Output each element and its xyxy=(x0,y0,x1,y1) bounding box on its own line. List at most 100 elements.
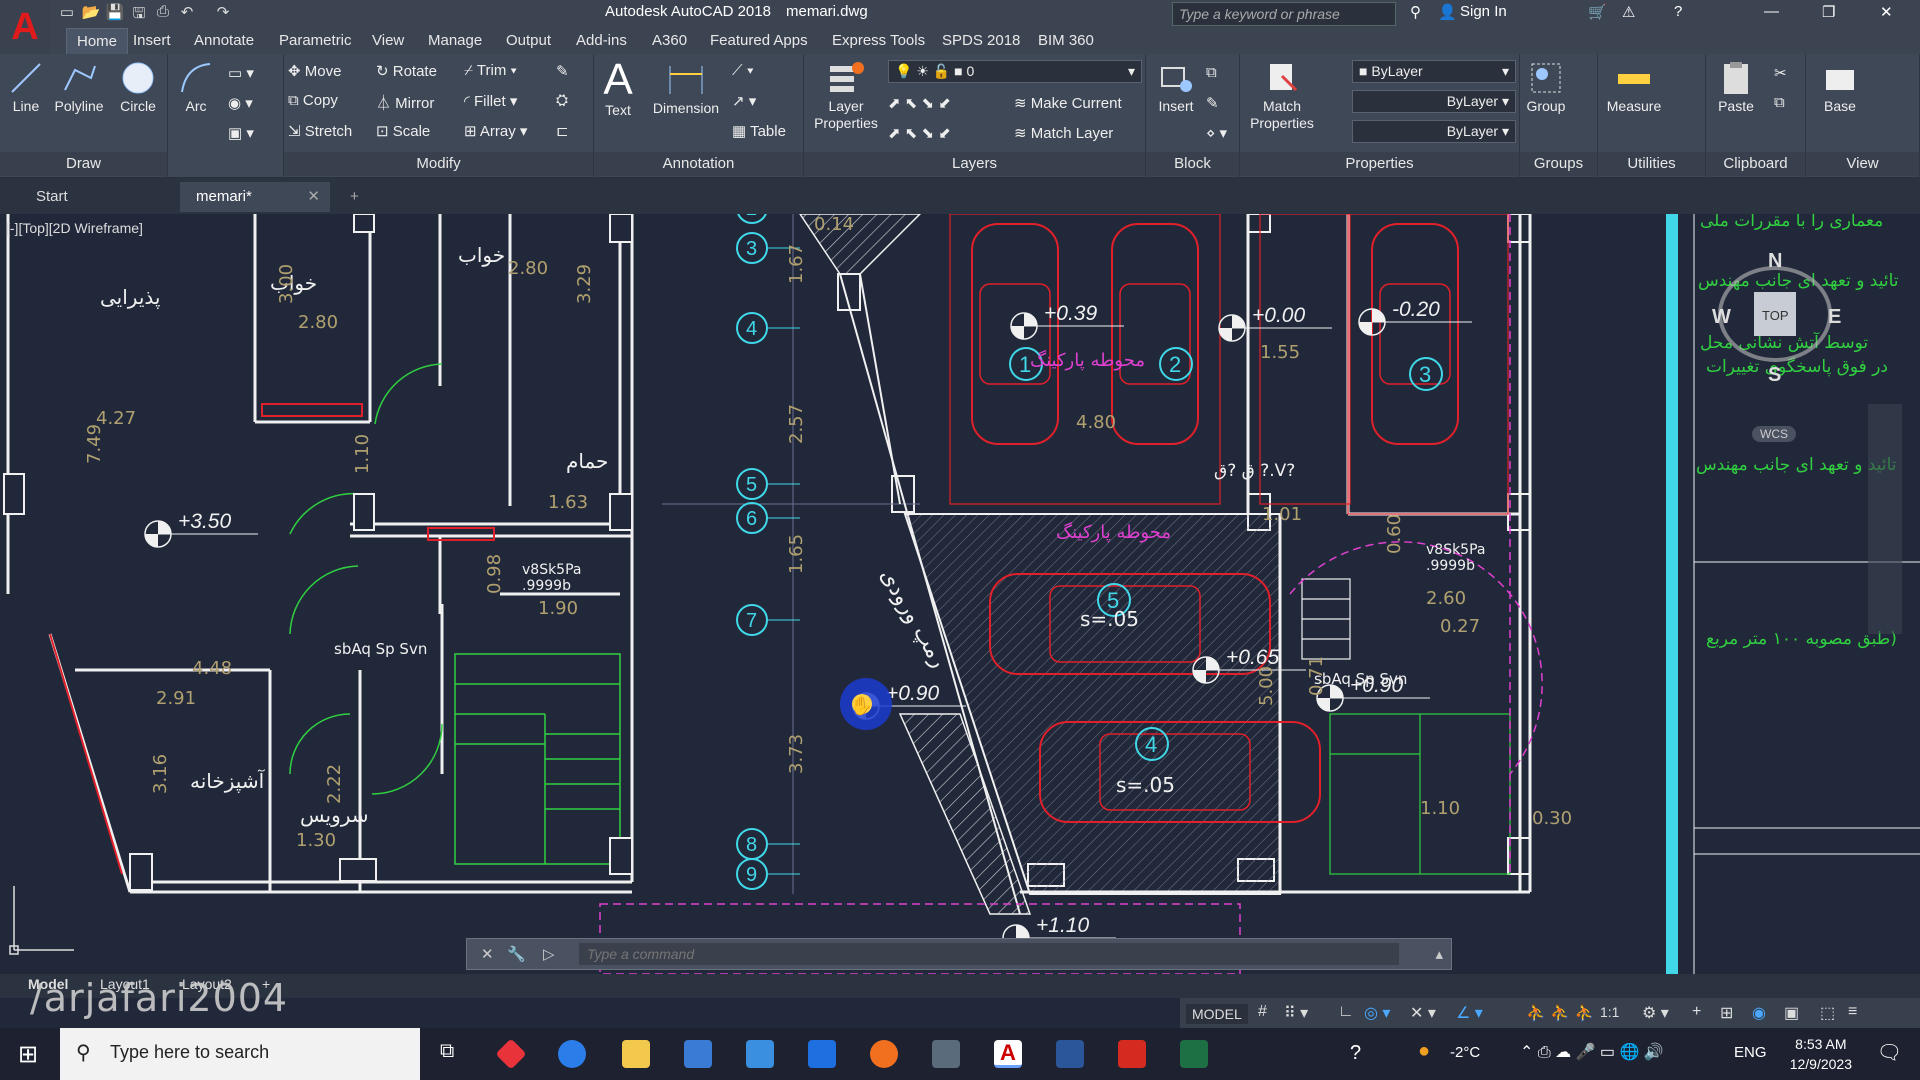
groups-panel-title[interactable]: Groups xyxy=(1520,152,1597,176)
osnap-icon[interactable]: ✕ ▾ xyxy=(1410,1003,1436,1023)
workspace-gear-icon[interactable]: ⚙ ▾ xyxy=(1642,1003,1669,1023)
rectangle-icon[interactable]: ▭ ▾ xyxy=(228,64,254,82)
table-tool[interactable]: ▦ Table xyxy=(732,122,786,140)
ribbon-tab-bim-360[interactable]: BIM 360 xyxy=(1038,32,1094,49)
polar-icon[interactable]: ◎ ▾ xyxy=(1364,1003,1390,1023)
binoculars-icon[interactable]: ⚲ xyxy=(1410,3,1421,21)
close-icon[interactable]: ✕ xyxy=(1880,3,1893,21)
make-current-tool[interactable]: ≋ Make Current xyxy=(1014,94,1122,112)
tab-memari[interactable]: memari* ✕ xyxy=(180,182,330,212)
erase-icon[interactable]: ✎ xyxy=(556,62,569,80)
open-icon[interactable]: 📂 xyxy=(80,3,102,23)
properties-panel-title[interactable]: Properties xyxy=(1240,152,1519,176)
isolate-icon[interactable]: ◉ xyxy=(1752,1003,1766,1023)
windows-start-icon[interactable]: ⊞ xyxy=(18,1040,38,1069)
ribbon-tab-insert[interactable]: Insert xyxy=(133,32,171,49)
layer-dropdown[interactable]: 💡 ☀ 🔓 ■ 0 ▾ xyxy=(888,60,1142,83)
save-as-icon[interactable]: 🖫 xyxy=(128,3,150,23)
help-icon[interactable]: ? xyxy=(1674,3,1682,20)
grid-icon[interactable]: # xyxy=(1258,1003,1267,1021)
help-tray-icon[interactable]: ? xyxy=(1350,1042,1361,1065)
group-tool[interactable]: Group xyxy=(1524,60,1568,115)
arc-tool[interactable]: Arc xyxy=(176,60,216,115)
dimension-tool[interactable]: Dimension xyxy=(648,60,724,117)
polyline-tool[interactable]: Polyline xyxy=(52,60,106,115)
match-properties-tool[interactable]: Match Properties xyxy=(1244,60,1320,132)
taskbar-search-box[interactable]: ⚲ Type here to search xyxy=(60,1028,420,1080)
new-icon[interactable]: ▭ xyxy=(56,3,78,23)
layer-properties-tool[interactable]: Layer Properties xyxy=(808,60,884,132)
trim-tool[interactable]: ⌿ Trim ▾ xyxy=(464,62,517,79)
tab-start[interactable]: Start xyxy=(20,182,180,212)
compass-west[interactable]: W xyxy=(1712,306,1731,329)
ribbon-tab-featured-apps[interactable]: Featured Apps xyxy=(710,32,808,49)
command-prompt-icon[interactable]: ▷ xyxy=(543,945,555,963)
utilities-panel-title[interactable]: Utilities xyxy=(1598,152,1705,176)
help-search-input[interactable]: Type a keyword or phrase xyxy=(1172,2,1396,26)
ribbon-tab-output[interactable]: Output xyxy=(506,32,551,49)
array-tool[interactable]: ⊞ Array ▾ xyxy=(464,122,527,140)
ribbon-tab-add-ins[interactable]: Add-ins xyxy=(576,32,627,49)
layers-panel-title[interactable]: Layers xyxy=(804,152,1145,176)
annotation-monitor-icon[interactable]: + xyxy=(1692,1003,1701,1021)
navigation-bar[interactable] xyxy=(1868,404,1902,634)
base-tool[interactable]: Base xyxy=(1818,60,1862,115)
viewport-controls[interactable]: [-][Top][2D Wireframe] xyxy=(6,220,143,236)
compass-north[interactable]: N xyxy=(1768,250,1782,273)
line-tool[interactable]: Line xyxy=(6,60,46,115)
circle-tool[interactable]: Circle xyxy=(116,60,160,115)
customize-icon[interactable]: ≡ xyxy=(1848,1003,1857,1021)
ribbon-tab-a360[interactable]: A360 xyxy=(652,32,687,49)
redo-icon[interactable]: ↷ xyxy=(212,3,234,23)
firefox-icon[interactable] xyxy=(870,1040,898,1068)
region-icon[interactable]: ▣ ▾ xyxy=(228,124,254,142)
clean-screen-icon[interactable]: ⬚ xyxy=(1820,1003,1835,1023)
block-panel-title[interactable]: Block xyxy=(1146,152,1239,176)
scale-tool[interactable]: ⊡ Scale xyxy=(376,122,430,140)
plot-icon[interactable]: ⎙ xyxy=(152,3,174,23)
word-icon[interactable] xyxy=(1056,1040,1084,1068)
rotate-tool[interactable]: ↻ Rotate xyxy=(376,62,437,80)
compass-east[interactable]: E xyxy=(1828,306,1841,329)
lineweight-dropdown[interactable]: ByLayer ▾ xyxy=(1352,120,1516,143)
command-history-icon[interactable]: ▴ xyxy=(1435,945,1443,963)
draw-panel-title[interactable]: Draw xyxy=(0,152,167,176)
undo-icon[interactable]: ↶ xyxy=(176,3,198,23)
compass-south[interactable]: S xyxy=(1768,364,1781,387)
wcs-menu[interactable]: WCS xyxy=(1752,426,1796,442)
minimize-icon[interactable]: — xyxy=(1764,3,1779,20)
create-block-icon[interactable]: ⧉ xyxy=(1206,64,1217,81)
snap-icon[interactable]: ⠿ ▾ xyxy=(1284,1003,1308,1023)
layer-tools-row2-icons[interactable]: ⬈ ⬉ ⬊ ⬋ xyxy=(888,124,951,142)
autocad-taskbar-icon[interactable]: A xyxy=(994,1040,1022,1068)
fillet-tool[interactable]: ◜ Fillet ▾ xyxy=(464,92,517,110)
temperature[interactable]: -2°C xyxy=(1450,1044,1480,1061)
annotation-visibility-icon[interactable]: ⛹ ⛹ ⛹ xyxy=(1526,1003,1595,1023)
tab-close-icon[interactable]: ✕ xyxy=(307,182,320,212)
match-layer-tool[interactable]: ≋ Match Layer xyxy=(1014,124,1113,142)
stretch-tool[interactable]: ⇲ Stretch xyxy=(288,122,352,140)
weather-icon[interactable]: ● xyxy=(1418,1040,1430,1063)
file-explorer-icon[interactable] xyxy=(622,1040,650,1068)
viewcube-top-face[interactable]: TOP xyxy=(1762,308,1789,323)
command-close-icon[interactable]: ✕ xyxy=(481,945,494,963)
offset-icon[interactable]: ⊏ xyxy=(556,122,569,140)
ribbon-tab-parametric[interactable]: Parametric xyxy=(279,32,352,49)
sign-in-link[interactable]: Sign In xyxy=(1460,3,1507,20)
anydesk-icon[interactable] xyxy=(495,1038,527,1070)
command-customize-icon[interactable]: 🔧 xyxy=(507,945,526,963)
paste-tool[interactable]: Paste xyxy=(1710,60,1762,115)
drawing-viewport[interactable]: 2345678912345 +3.50+0.39+0.00-0.20+0.65+… xyxy=(0,214,1920,974)
user-icon[interactable]: 👤 xyxy=(1438,3,1457,21)
otrack-icon[interactable]: ∠ ▾ xyxy=(1456,1003,1483,1023)
annotation-panel-title[interactable]: Annotation xyxy=(594,152,803,176)
store-icon[interactable] xyxy=(684,1040,712,1068)
units-icon[interactable]: ⊞ xyxy=(1720,1003,1733,1023)
cart-icon[interactable]: 🛒 xyxy=(1588,3,1607,21)
edit-block-icon[interactable]: ✎ xyxy=(1206,94,1219,112)
mail-icon[interactable] xyxy=(746,1040,774,1068)
clipboard-panel-title[interactable]: Clipboard xyxy=(1706,152,1805,176)
taskbar-clock[interactable]: 8:53 AM 12/9/2023 xyxy=(1790,1034,1852,1074)
explode-icon[interactable]: ⛭ xyxy=(556,92,568,109)
language-indicator[interactable]: ENG xyxy=(1734,1044,1767,1061)
